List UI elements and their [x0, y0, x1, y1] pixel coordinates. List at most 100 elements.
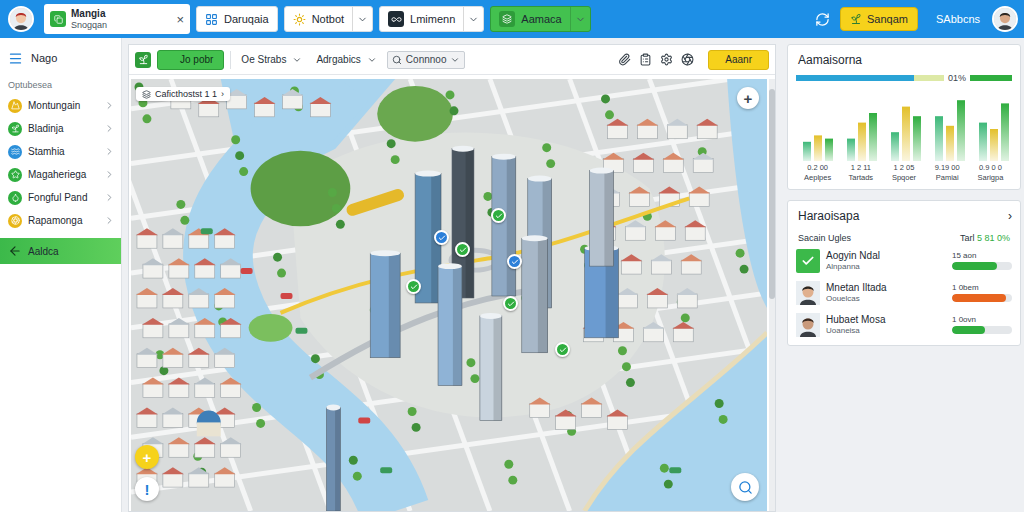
check-icon	[438, 234, 446, 242]
chart-bar	[902, 107, 910, 161]
map-pin[interactable]	[406, 279, 421, 294]
sidebar-item[interactable]: Fongful Pand	[0, 186, 121, 209]
category-icon	[8, 99, 22, 113]
category-icon	[8, 168, 22, 182]
top-tab[interactable]: Lmimenn	[379, 6, 484, 32]
chevron-down-icon[interactable]	[468, 14, 479, 25]
menu-icon[interactable]	[8, 51, 23, 66]
top-tab[interactable]: Daruqaia	[196, 6, 278, 32]
add-button[interactable]: +	[135, 445, 159, 469]
chart-bar	[858, 123, 866, 161]
check-icon	[410, 283, 418, 291]
chart-bar	[891, 132, 899, 161]
settings-icon[interactable]	[660, 53, 673, 66]
map-info-chip[interactable]: Caficthostst 1 1›	[136, 87, 230, 101]
search-icon	[392, 55, 402, 65]
row-meter: 15 aon	[952, 251, 1012, 270]
chevron-right-icon	[104, 123, 115, 134]
check-icon	[559, 346, 567, 354]
layers-icon	[142, 90, 151, 99]
chart-bar	[935, 116, 943, 161]
sidebar-item[interactable]: Rapamonga	[0, 209, 121, 232]
account-chip[interactable]: MangiaSnogqan ×	[44, 4, 190, 34]
chevron-right-icon	[104, 169, 115, 180]
tab-label: Lmimenn	[410, 13, 455, 25]
list-row[interactable]: Mnetan IltadaOouelcas1 0bem	[796, 279, 1012, 307]
target-meter	[970, 75, 1012, 81]
sidebar-item[interactable]: Aaldca	[0, 238, 121, 264]
map-pin[interactable]	[491, 208, 506, 223]
sidebar: NagoOptubeseaMontungainBladinjaStamhiaMa…	[0, 38, 122, 512]
sun-icon	[293, 13, 306, 26]
close-button[interactable]: ×	[176, 12, 184, 27]
sidebar-title[interactable]: Nago	[0, 46, 121, 70]
chart-bar	[803, 142, 811, 161]
category-icon	[8, 145, 22, 159]
map-pin[interactable]	[455, 242, 470, 257]
alert-button[interactable]: !	[135, 477, 159, 501]
scrollbar[interactable]	[769, 79, 775, 511]
layers-icon	[499, 11, 515, 27]
person-icon	[796, 281, 820, 305]
tab-label: Daruqaia	[224, 13, 269, 25]
chart-bar	[990, 129, 998, 161]
chevron-down-icon[interactable]	[575, 14, 586, 25]
chevron-right-icon	[104, 100, 115, 111]
top-tab[interactable]: Aamaca	[490, 6, 590, 32]
map-pin[interactable]	[555, 342, 570, 357]
sidebar-item[interactable]: Bladinja	[0, 117, 121, 140]
chart-bar	[1001, 103, 1009, 161]
chevron-right-icon	[104, 215, 115, 226]
account-subtitle: Snogqan	[71, 20, 171, 30]
list-row[interactable]: Hubaet MosaUoaneisa1 0ovn	[796, 311, 1012, 339]
chevron-down-icon	[292, 55, 302, 65]
map-panel: Jo pobr Oe Strabs Adrgabics Connnoo Aaanr Caf…	[128, 44, 776, 512]
paperclip-icon[interactable]	[618, 53, 631, 66]
list-title[interactable]: Haraoisapa›	[796, 209, 1012, 223]
user-name: SAbbcns	[936, 13, 980, 25]
user-avatar[interactable]	[992, 6, 1018, 32]
map-pin[interactable]	[503, 296, 518, 311]
list-card: Haraoisapa› Sacain UglesTarl 5 81 0% Aogyi…	[787, 200, 1021, 346]
city-map[interactable]	[131, 79, 767, 511]
check-icon	[459, 246, 467, 254]
map-pin[interactable]	[507, 254, 522, 269]
refresh-button[interactable]	[812, 8, 834, 30]
header-button[interactable]: Sanqam	[840, 7, 918, 31]
zoom-in-button[interactable]: +	[737, 87, 759, 109]
filter-select[interactable]: Oe Strabs	[237, 52, 306, 67]
map-area[interactable]: Caficthostst 1 1› + +!	[131, 79, 767, 511]
summary-card: Aamaisorna01%0.2 001 2 111 2 059.19 000.…	[787, 44, 1021, 190]
refresh-icon	[815, 12, 830, 27]
list-row[interactable]: Aogyin NdalAlnpanna15 aon	[796, 247, 1012, 275]
action-button[interactable]: Aaanr	[708, 50, 769, 70]
search-field[interactable]: Connnoo	[387, 51, 466, 69]
arrow-left-icon	[8, 244, 22, 258]
map-pin[interactable]	[434, 230, 449, 245]
person-icon	[796, 313, 820, 337]
chart-bar	[869, 113, 877, 161]
app-icon	[135, 52, 151, 68]
list-subheader: Sacain UglesTarl 5 81 0%	[796, 233, 1012, 243]
top-tab[interactable]: Notbot	[284, 6, 373, 32]
sidebar-item[interactable]: Stamhia	[0, 140, 121, 163]
map-search-button[interactable]	[731, 473, 759, 501]
chart-bar	[979, 123, 987, 161]
sidebar-item[interactable]: Montungain	[0, 94, 121, 117]
clipboard-icon[interactable]	[639, 53, 652, 66]
filter-select[interactable]: Adrgabics	[312, 52, 380, 67]
person-icon	[994, 7, 1016, 31]
chevron-down-icon[interactable]	[357, 14, 368, 25]
account-name: Mangia	[71, 8, 171, 20]
category-icon	[8, 122, 22, 136]
chevron-right-icon	[104, 192, 115, 203]
chevron-down-icon	[450, 55, 460, 65]
sidebar-item[interactable]: Magaheriega	[0, 163, 121, 186]
map-toolbar: Jo pobr Oe Strabs Adrgabics Connnoo Aaanr	[129, 45, 775, 75]
primary-button[interactable]: Jo pobr	[157, 50, 224, 70]
tab-label: Notbot	[312, 13, 344, 25]
chart-bar	[957, 100, 965, 161]
aperture-icon[interactable]	[681, 53, 694, 66]
app-avatar[interactable]	[8, 6, 34, 32]
body: NagoOptubeseaMontungainBladinjaStamhiaMa…	[0, 38, 1024, 512]
